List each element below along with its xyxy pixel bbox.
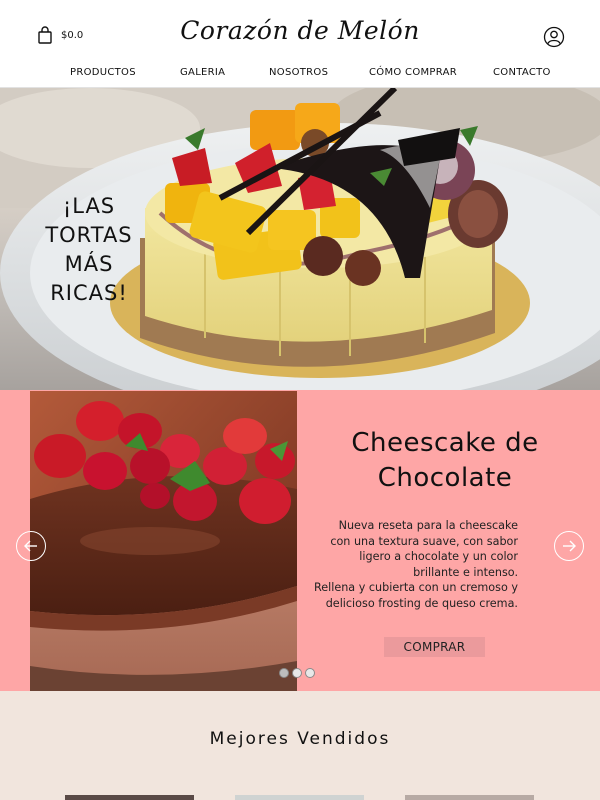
site-header: $0.0 Corazón de Melón PRODUCTOS GALERIA … xyxy=(0,0,600,88)
slide-title-line: Chocolate xyxy=(377,463,513,493)
arrow-left-icon xyxy=(24,540,37,552)
slider-dot[interactable] xyxy=(305,668,315,678)
user-circle-icon[interactable] xyxy=(543,26,565,48)
nav-item-como-comprar[interactable]: CÓMO COMPRAR xyxy=(369,67,457,78)
slide-description-line: Nueva reseta para la cheescake xyxy=(338,519,518,532)
slide-cake-image xyxy=(30,391,297,691)
slider-prev-button[interactable] xyxy=(16,531,46,561)
slide-description-line: Rellena y cubierta con un cremoso y xyxy=(313,581,518,594)
product-slider: Cheescake de Chocolate Nueva reseta para… xyxy=(0,390,600,691)
hero-banner: ¡LAS TORTAS MÁS RICAS! xyxy=(0,88,600,390)
slider-pagination xyxy=(279,668,315,678)
product-thumbnail[interactable] xyxy=(405,795,534,800)
hero-slogan-line: MÁS RICAS! xyxy=(50,252,128,305)
slider-dot[interactable] xyxy=(292,668,302,678)
slide-description-line: brillante e intenso. xyxy=(413,565,518,579)
buy-button[interactable]: COMPRAR xyxy=(384,637,485,657)
slide-description-line: con una textura suave, con sabor xyxy=(330,534,518,548)
brand-logo[interactable]: Corazón de Melón xyxy=(0,16,600,45)
nav-item-contacto[interactable]: CONTACTO xyxy=(493,67,551,78)
slider-dot[interactable] xyxy=(279,668,289,678)
nav-item-productos[interactable]: PRODUCTOS xyxy=(70,67,136,78)
best-sellers-title: Mejores Vendidos xyxy=(209,729,391,749)
arrow-right-icon xyxy=(563,540,576,552)
slide-description-line: ligero a chocolate y un color xyxy=(359,550,518,563)
hero-slogan: ¡LAS TORTAS MÁS RICAS! xyxy=(24,192,154,308)
slide-title-line: Cheescake de xyxy=(351,428,539,458)
slide-description-line: delicioso frosting de queso crema. xyxy=(325,596,518,610)
hero-slogan-line: ¡LAS xyxy=(62,194,116,218)
main-nav: PRODUCTOS GALERIA NOSOTROS CÓMO COMPRAR … xyxy=(0,67,600,83)
slide-description: Nueva reseta para la cheescake con una t… xyxy=(312,518,518,611)
slide-title: Cheescake de Chocolate xyxy=(320,426,570,496)
slider-next-button[interactable] xyxy=(554,531,584,561)
product-thumbnail[interactable] xyxy=(65,795,194,800)
hero-slogan-line: TORTAS xyxy=(45,223,133,247)
nav-item-nosotros[interactable]: NOSOTROS xyxy=(269,67,328,78)
nav-item-galeria[interactable]: GALERIA xyxy=(180,67,225,78)
best-sellers-section: Mejores Vendidos xyxy=(0,691,600,800)
product-thumbnail[interactable] xyxy=(235,795,364,800)
